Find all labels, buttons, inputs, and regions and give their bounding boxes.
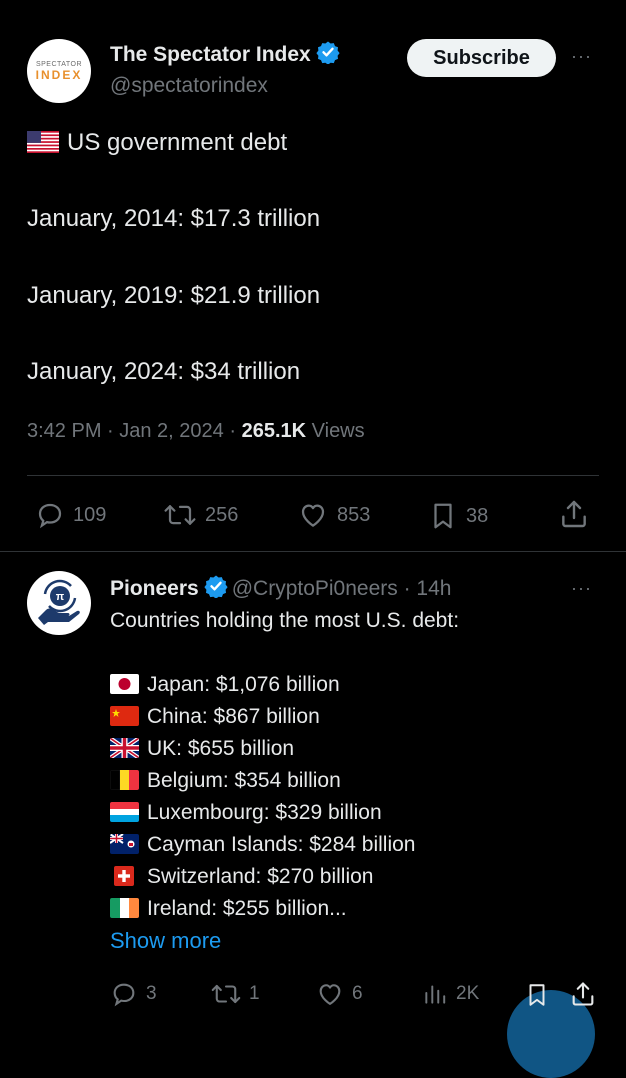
country-row: Switzerland: $270 billion	[110, 865, 373, 889]
pioneers-logo-icon: π	[38, 579, 80, 625]
country-text: UK: $655 billion	[147, 737, 295, 760]
switzerland-flag-icon	[114, 866, 134, 886]
country-row: Luxembourg: $329 billion	[110, 801, 382, 825]
reply-reply-button[interactable]: 3	[110, 980, 157, 1008]
retweet-icon	[164, 505, 196, 525]
bookmark-icon	[529, 984, 545, 1006]
author-name-row[interactable]: The Spectator Index	[110, 40, 340, 70]
country-text: Luxembourg: $329 billion	[147, 801, 382, 824]
divider	[0, 551, 626, 552]
reply-button[interactable]: 109	[35, 500, 106, 530]
ireland-flag-icon	[110, 898, 139, 918]
tweet-text-line: US government debt	[27, 129, 287, 157]
divider	[27, 475, 599, 476]
share-button[interactable]	[558, 498, 598, 530]
reply-handle-time[interactable]: @CryptoPi0neers · 14h	[232, 577, 452, 600]
country-row: Ireland: $255 billion...	[110, 897, 347, 921]
uk-flag-icon	[110, 738, 139, 758]
reply-icon	[113, 983, 135, 1007]
retweet-button[interactable]: 256	[163, 500, 238, 530]
bookmark-count: 38	[466, 504, 489, 527]
cayman-islands-flag-icon	[110, 834, 139, 854]
retweet-count: 256	[205, 503, 239, 526]
reply-avatar[interactable]: π	[27, 571, 91, 635]
reply-count: 3	[146, 983, 157, 1004]
views-count: 265.1K	[241, 420, 307, 442]
luxembourg-flag-icon	[110, 802, 139, 822]
retweet-count: 1	[249, 983, 260, 1004]
country-text: Japan: $1,076 billion	[147, 673, 340, 696]
country-text: Ireland: $255 billion...	[147, 897, 347, 920]
retweet-icon	[211, 984, 241, 1004]
reply-views-button[interactable]: 2K	[422, 980, 479, 1008]
views-count: 2K	[456, 983, 480, 1004]
show-more-link[interactable]: Show more	[110, 928, 221, 954]
china-flag-icon	[110, 706, 139, 726]
reply-author-name[interactable]: Pioneers	[110, 577, 199, 600]
like-count: 6	[352, 983, 363, 1004]
japan-flag-icon	[110, 674, 139, 694]
tweet-text-line: January, 2014: $17.3 trillion	[27, 205, 321, 232]
subscribe-button[interactable]: Subscribe	[407, 39, 556, 77]
reply-author-row[interactable]: Pioneers @CryptoPi0neers · 14h	[110, 574, 451, 604]
country-text: China: $867 billion	[147, 705, 320, 728]
country-row: Cayman Islands: $284 billion	[110, 833, 416, 857]
share-icon	[572, 982, 594, 1006]
author-avatar[interactable]: SPECTATOR INDEX	[27, 39, 91, 103]
reply-retweet-button[interactable]: 1	[211, 980, 260, 1008]
svg-text:π: π	[56, 591, 65, 603]
like-button[interactable]: 853	[297, 500, 370, 530]
author-name[interactable]: The Spectator Index	[110, 43, 311, 66]
like-count: 853	[337, 503, 371, 526]
reply-bookmark-button[interactable]	[524, 980, 558, 1010]
bookmark-button[interactable]: 38	[428, 500, 488, 532]
tweet-headline: US government debt	[67, 129, 288, 156]
us-flag-icon	[27, 131, 59, 153]
reply-intro: Countries holding the most U.S. debt:	[110, 609, 460, 632]
verified-badge-icon	[316, 40, 340, 70]
belgium-flag-icon	[110, 770, 139, 790]
views-label: Views	[311, 420, 365, 442]
tweet-text-line: January, 2024: $34 trillion	[27, 358, 301, 385]
analytics-icon	[425, 985, 446, 1004]
country-row: UK: $655 billion	[110, 737, 294, 761]
country-row: Japan: $1,076 billion	[110, 673, 340, 697]
country-text: Switzerland: $270 billion	[147, 865, 374, 888]
avatar-logo-line2: INDEX	[35, 67, 83, 82]
country-row: China: $867 billion	[110, 705, 320, 729]
reply-share-button[interactable]	[569, 979, 605, 1009]
verified-badge-icon	[204, 574, 228, 604]
share-icon	[562, 500, 586, 528]
reply-icon	[38, 503, 62, 529]
more-options-icon[interactable]: ···	[571, 46, 592, 67]
country-text: Belgium: $354 billion	[147, 769, 341, 792]
country-row: Belgium: $354 billion	[110, 769, 341, 793]
heart-icon	[301, 504, 325, 527]
country-text: Cayman Islands: $284 billion	[147, 833, 416, 856]
tweet-timestamp[interactable]: 3:42 PM · Jan 2, 2024 ·	[27, 420, 236, 442]
reply-count: 109	[73, 503, 107, 526]
heart-icon	[319, 984, 341, 1005]
author-handle[interactable]: @spectatorindex	[110, 74, 268, 98]
tweet-metadata: 3:42 PM · Jan 2, 2024 · 265.1K Views	[27, 420, 365, 443]
bookmark-icon	[434, 503, 452, 529]
more-options-icon[interactable]: ···	[571, 578, 592, 599]
tweet-text-line: January, 2019: $21.9 trillion	[27, 282, 321, 309]
reply-like-button[interactable]: 6	[316, 980, 363, 1008]
